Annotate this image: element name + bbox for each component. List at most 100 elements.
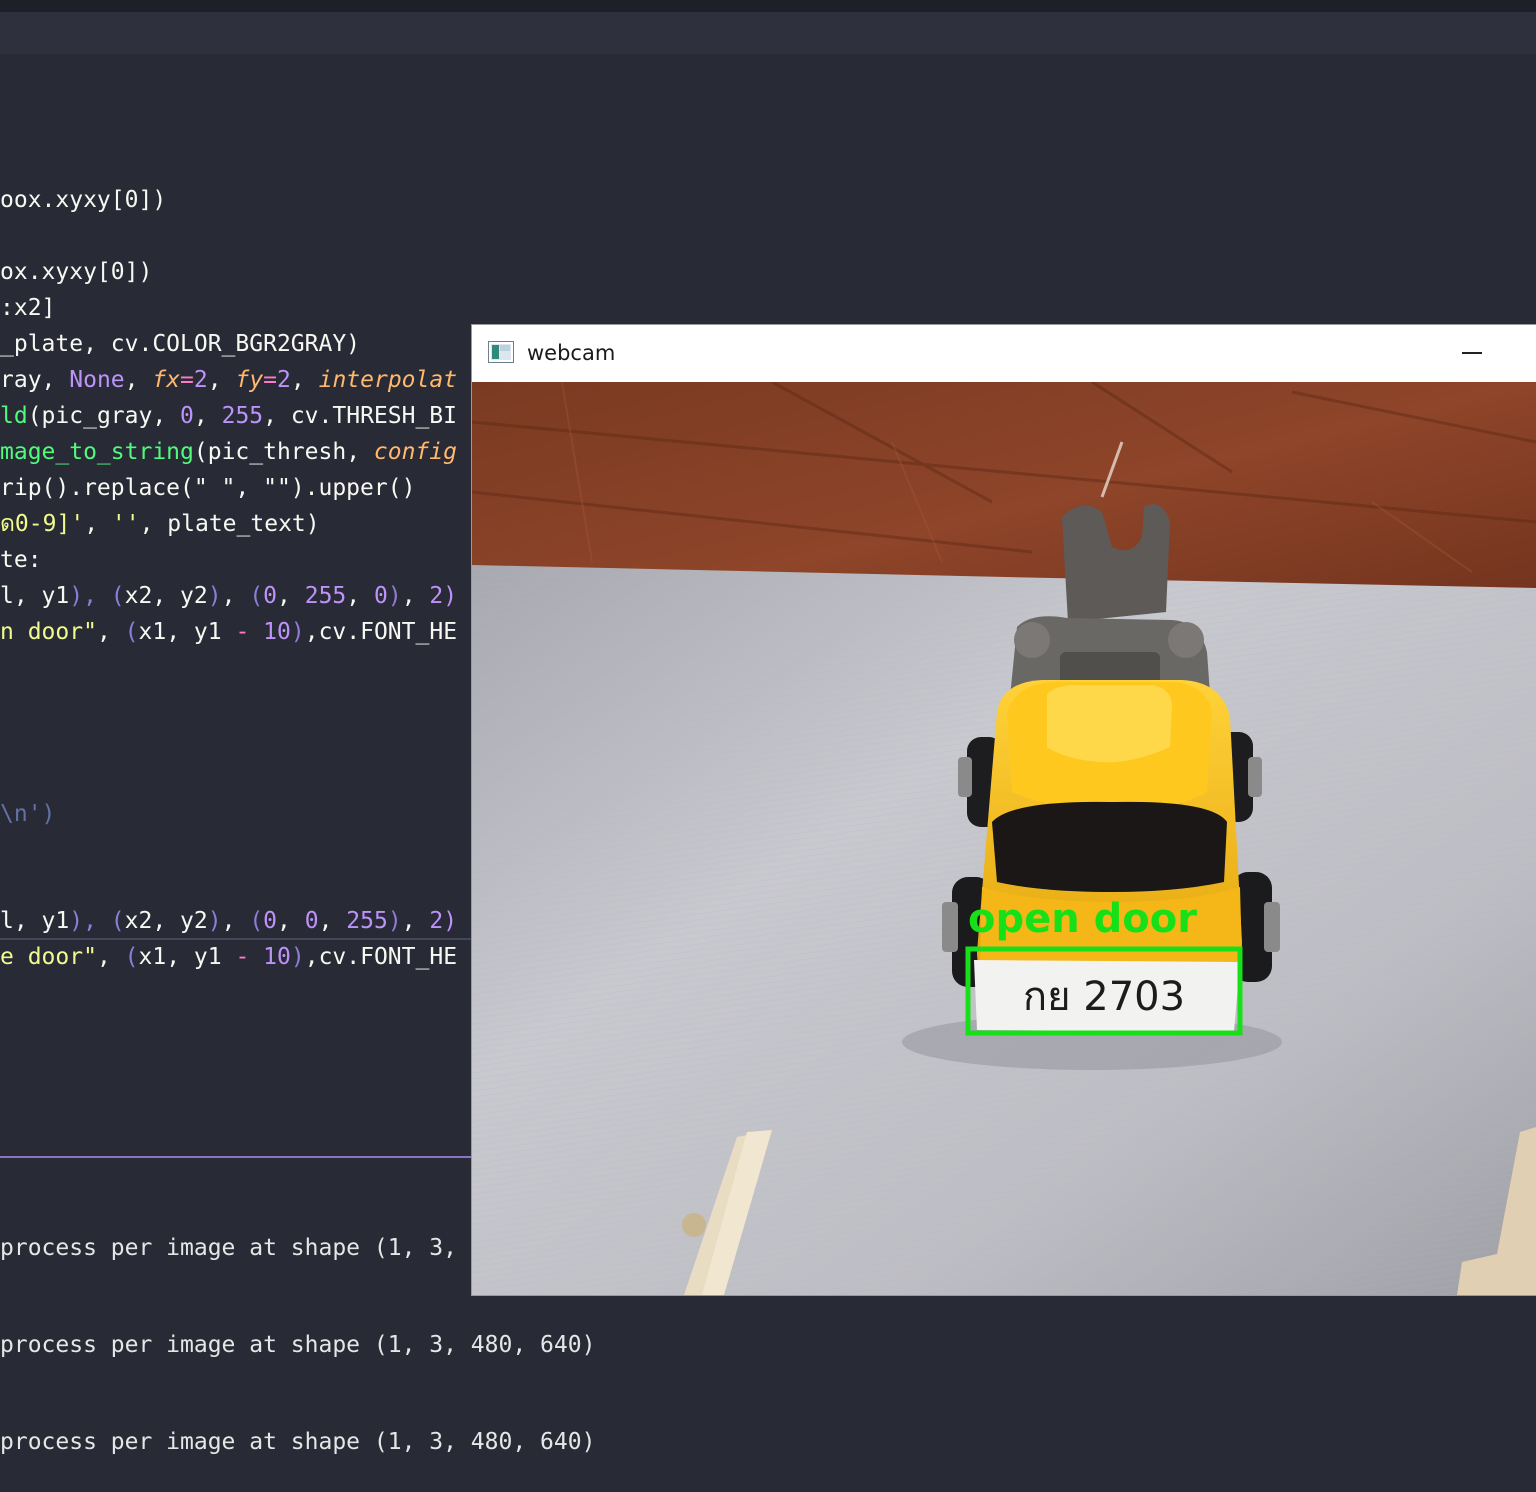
code-text: , xyxy=(193,403,222,429)
code-operator: - xyxy=(235,944,250,970)
code-text: ray, xyxy=(0,367,70,393)
output-line: process per image at shape (1, 3, 480, 6… xyxy=(0,1424,595,1460)
code-text: ( xyxy=(124,619,139,645)
code-text: rip().replace(" ", "").upper() xyxy=(0,475,416,501)
window-titlebar[interactable]: webcam xyxy=(472,325,1536,382)
minimize-icon xyxy=(1462,352,1482,354)
code-number: 0 xyxy=(263,583,278,609)
code-function: ld xyxy=(0,403,28,429)
windshield xyxy=(992,801,1227,892)
code-text: ( xyxy=(110,583,125,609)
code-number: 10 xyxy=(263,619,291,645)
code-text: oox.xyxy[0]) xyxy=(0,187,167,213)
code-text: , xyxy=(84,511,112,537)
code-text: , xyxy=(277,583,305,609)
code-number: 2) xyxy=(429,583,458,609)
code-text: ) xyxy=(290,944,305,970)
app-window-icon xyxy=(488,341,514,363)
code-text: ) xyxy=(290,619,305,645)
code-string: e door" xyxy=(0,944,97,970)
code-text: , xyxy=(96,944,125,970)
minimize-button[interactable] xyxy=(1442,325,1502,382)
code-text: ( xyxy=(249,583,264,609)
cell-divider xyxy=(0,1156,472,1158)
code-function: mage_to_string xyxy=(0,439,194,465)
code-text: ), xyxy=(69,583,111,609)
code-line: l, y1), (x2, y2), (0, 255, 0), 2) xyxy=(0,578,457,614)
code-text: , xyxy=(124,367,153,393)
plate-text: กย 2703 xyxy=(1023,974,1185,1020)
output-text: process per image at shape (1, 3, 480, 6… xyxy=(0,1332,596,1358)
code-line: e door", (x1, y1 - 10),cv.FONT_HE xyxy=(0,939,457,975)
webcam-image: กย 2703 open door xyxy=(472,382,1536,1295)
code-text: \n') xyxy=(0,801,56,827)
code-operator: = xyxy=(180,367,194,393)
code-kwarg: fx xyxy=(152,367,181,393)
code-text: _plate, cv.COLOR_BGR2GRAY) xyxy=(0,331,361,357)
code-text: , xyxy=(207,367,236,393)
code-text: ) xyxy=(387,583,402,609)
code-keyword: None xyxy=(69,367,125,393)
code-text: ( xyxy=(124,944,139,970)
window-title: webcam xyxy=(527,341,616,365)
code-number: 0 xyxy=(373,583,388,609)
output-text: process per image at shape (1, 3, 48 xyxy=(0,1235,499,1261)
code-text: , xyxy=(346,583,374,609)
code-operator: - xyxy=(235,619,250,645)
code-text: ox.xyxy[0]) xyxy=(0,259,153,285)
code-number: 2 xyxy=(193,367,208,393)
top-title-bar xyxy=(0,0,1536,12)
code-line: oox.xyxy[0]) xyxy=(0,182,166,218)
code-number: 0 xyxy=(180,403,194,429)
code-line: rip().replace(" ", "").upper() xyxy=(0,470,415,506)
code-line: te: xyxy=(0,542,42,578)
output-line: process per image at shape (1, 3, 48 xyxy=(0,1230,499,1266)
code-line: ด0-9]', '', plate_text) xyxy=(0,506,320,542)
code-text: x2, y2 xyxy=(124,583,208,609)
code-operator: = xyxy=(263,367,278,393)
code-text: (pic_gray, xyxy=(27,403,181,429)
code-line: ray, None, fx=2, fy=2, interpolat xyxy=(0,362,457,398)
code-string: '' xyxy=(111,511,140,537)
code-number: 255 xyxy=(304,583,347,609)
code-text: , cv.THRESH_BI xyxy=(263,403,458,429)
code-number: 2 xyxy=(277,367,291,393)
code-text: ,cv.FONT_HE xyxy=(304,619,458,645)
code-text: , xyxy=(401,583,430,609)
code-string: n door" xyxy=(0,619,97,645)
code-number: 10 xyxy=(263,944,291,970)
code-text: l, y1 xyxy=(0,583,70,609)
code-text: :x2] xyxy=(0,295,56,321)
code-text: , plate_text) xyxy=(139,511,320,537)
code-line: \n') xyxy=(0,796,55,832)
editor-tab-strip xyxy=(0,12,1536,54)
webcam-frame: กย 2703 open door xyxy=(472,382,1536,1295)
code-line: _plate, cv.COLOR_BGR2GRAY) xyxy=(0,326,360,362)
code-text: x1, y1 xyxy=(138,619,236,645)
code-text: (pic_thresh, xyxy=(193,439,374,465)
code-text: te: xyxy=(0,547,42,573)
output-line: process per image at shape (1, 3, 480, 6… xyxy=(0,1327,595,1363)
code-line: ld(pic_gray, 0, 255, cv.THRESH_BI xyxy=(0,398,457,434)
detection-label: open door xyxy=(968,896,1197,942)
current-line-highlight xyxy=(0,904,472,940)
code-text: ) xyxy=(207,583,222,609)
code-number: 255 xyxy=(221,403,264,429)
code-line: mage_to_string(pic_thresh, config xyxy=(0,434,457,470)
output-text: process per image at shape (1, 3, 480, 6… xyxy=(0,1429,596,1455)
code-text: , xyxy=(96,619,125,645)
code-string: ด0-9]' xyxy=(0,511,85,537)
code-kwarg: interpolat xyxy=(318,367,458,393)
code-text: ,cv.FONT_HE xyxy=(304,944,458,970)
code-kwarg: fy xyxy=(235,367,264,393)
code-line: :x2] xyxy=(0,290,55,326)
code-kwarg: config xyxy=(373,439,457,465)
code-line: n door", (x1, y1 - 10),cv.FONT_HE xyxy=(0,614,457,650)
code-text: x1, y1 xyxy=(138,944,236,970)
code-text: , xyxy=(290,367,319,393)
code-line: ox.xyxy[0]) xyxy=(0,254,152,290)
code-text: , xyxy=(221,583,250,609)
webcam-window[interactable]: webcam กย 2703 open door xyxy=(472,325,1536,1295)
